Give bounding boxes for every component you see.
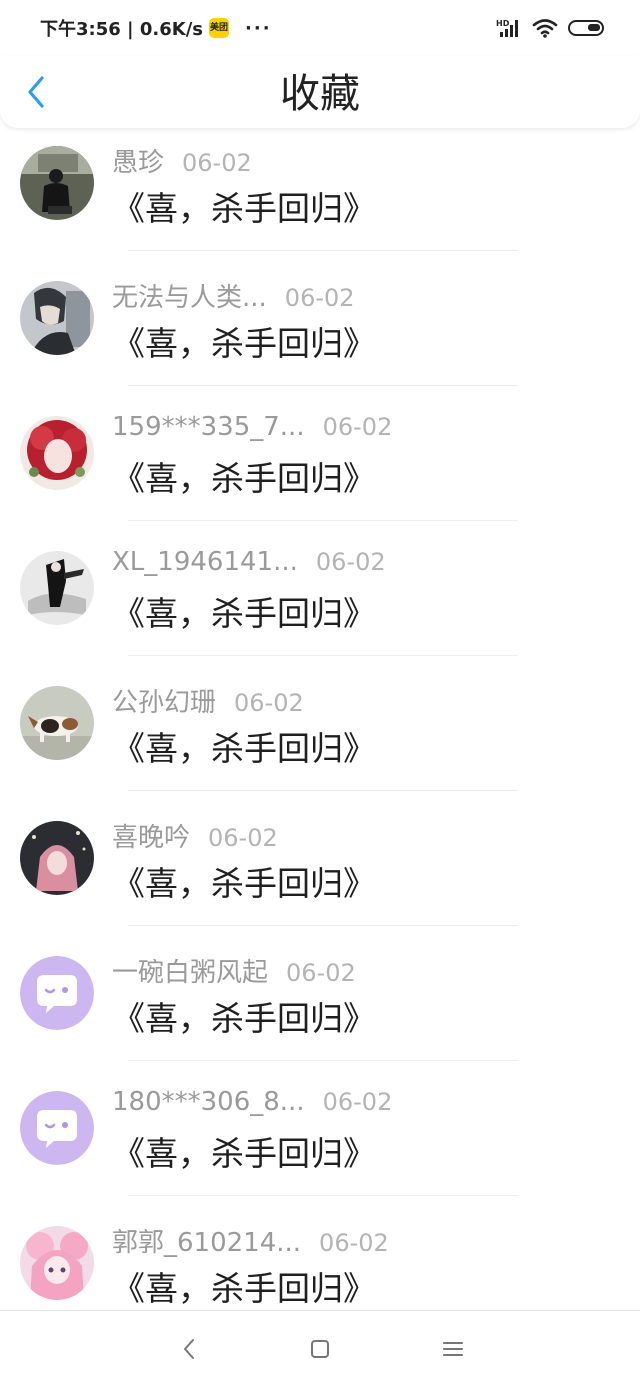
avatar[interactable]	[20, 1091, 94, 1165]
avatar-photo	[20, 1226, 94, 1300]
date: 06-02	[284, 284, 355, 312]
list-item[interactable]: 一碗白粥风起 06-02 《喜，杀手回归》	[0, 938, 640, 1073]
favorite-content[interactable]: 《喜，杀手回归》	[112, 317, 376, 365]
avatar-photo	[20, 821, 94, 895]
date: 06-02	[322, 413, 393, 441]
system-nav-bar	[0, 1310, 640, 1388]
wifi-icon	[532, 19, 558, 38]
divider	[128, 385, 518, 386]
username: 愚珍	[112, 148, 165, 178]
list-item[interactable]: 喜晚吟 06-02 《喜，杀手回归》	[0, 803, 640, 938]
battery-icon	[568, 20, 604, 36]
date: 06-02	[182, 149, 252, 177]
divider	[128, 925, 518, 926]
list-item[interactable]: 郭郭_610214... 06-02 《喜，杀手回归》	[0, 1208, 640, 1310]
divider	[128, 1195, 518, 1196]
name-line: XL_1946141... 06-02	[112, 547, 386, 579]
avatar[interactable]	[20, 281, 94, 355]
status-time-speed: 下午3:56 | 0.6K/s	[40, 19, 204, 40]
favorite-content[interactable]: 《喜，杀手回归》	[112, 1127, 376, 1175]
favorite-content[interactable]: 《喜，杀手回归》	[112, 182, 376, 230]
app-header: 收藏	[0, 56, 640, 128]
avatar-photo	[20, 281, 94, 355]
hamburger-icon	[443, 1342, 463, 1356]
avatar-photo	[20, 146, 94, 220]
list-item[interactable]: 无法与人类... 06-02 《喜，杀手回归》	[0, 263, 640, 398]
meituan-app-icon: 美团	[209, 18, 230, 38]
name-line: 愚珍 06-02	[112, 142, 252, 178]
list-item[interactable]: 159***335_7... 06-02 《喜，杀手回归》	[0, 398, 640, 533]
signal-icon: HD	[496, 19, 518, 37]
name-line: 159***335_7... 06-02	[112, 412, 392, 444]
nav-menu-button[interactable]	[433, 1331, 473, 1367]
divider	[128, 790, 518, 791]
date: 06-02	[315, 548, 386, 576]
favorite-content[interactable]: 《喜，杀手回归》	[112, 992, 376, 1040]
avatar[interactable]	[20, 686, 94, 760]
username: 公孙幻珊	[112, 688, 217, 718]
favorite-content[interactable]: 《喜，杀手回归》	[112, 857, 376, 905]
username: 180***306_8...	[112, 1087, 305, 1117]
divider	[128, 655, 518, 656]
date: 06-02	[286, 959, 356, 987]
name-line: 郭郭_610214... 06-02	[112, 1222, 389, 1258]
avatar[interactable]	[20, 1226, 94, 1300]
username: 159***335_7...	[112, 412, 305, 442]
divider	[128, 250, 518, 251]
avatar[interactable]	[20, 956, 94, 1030]
avatar-photo	[20, 686, 94, 760]
name-line: 公孙幻珊 06-02	[112, 682, 304, 718]
username: 喜晚吟	[112, 823, 191, 853]
username: 郭郭_610214...	[112, 1228, 302, 1258]
avatar[interactable]	[20, 416, 94, 490]
status-right: HD	[496, 14, 604, 42]
list-item[interactable]: 180***306_8... 06-02 《喜，杀手回归》	[0, 1073, 640, 1208]
date: 06-02	[322, 1088, 393, 1116]
username: 一碗白粥风起	[112, 958, 269, 988]
list-item[interactable]: XL_1946141... 06-02 《喜，杀手回归》	[0, 533, 640, 668]
nav-back-button[interactable]	[169, 1331, 209, 1367]
date: 06-02	[208, 824, 278, 852]
status-left: 下午3:56 | 0.6K/s 美团 ···	[40, 14, 272, 42]
favorite-content[interactable]: 《喜，杀手回归》	[112, 1262, 376, 1310]
hd-badge: HD	[496, 19, 510, 28]
chevron-left-icon	[184, 1339, 194, 1359]
favorite-content[interactable]: 《喜，杀手回归》	[112, 587, 376, 635]
list-item[interactable]: 公孙幻珊 06-02 《喜，杀手回归》	[0, 668, 640, 803]
more-notifications-icon: ···	[245, 17, 272, 39]
favorite-content[interactable]: 《喜，杀手回归》	[112, 722, 376, 770]
name-line: 喜晚吟 06-02	[112, 817, 278, 853]
avatar-photo	[20, 551, 94, 625]
favorite-content[interactable]: 《喜，杀手回归》	[112, 452, 376, 500]
name-line: 无法与人类... 06-02	[112, 277, 355, 313]
avatar[interactable]	[20, 551, 94, 625]
status-bar: 下午3:56 | 0.6K/s 美团 ··· HD	[0, 0, 640, 56]
page-title: 收藏	[280, 71, 360, 117]
avatar[interactable]	[20, 146, 94, 220]
divider	[128, 520, 518, 521]
avatar-photo	[20, 416, 94, 490]
name-line: 一碗白粥风起 06-02	[112, 952, 356, 988]
divider	[128, 1060, 518, 1061]
favorites-list: 愚珍 06-02 《喜，杀手回归》 无法与人类... 06-02 《喜，杀手回归…	[0, 128, 640, 1310]
default-chat-bubble-icon	[20, 956, 94, 1030]
username: 无法与人类...	[112, 283, 267, 313]
username: XL_1946141...	[112, 547, 298, 577]
name-line: 180***306_8... 06-02	[112, 1087, 392, 1119]
default-chat-bubble-icon	[20, 1091, 94, 1165]
date: 06-02	[319, 1229, 389, 1257]
nav-home-button[interactable]	[300, 1331, 340, 1367]
date: 06-02	[234, 689, 304, 717]
list-item[interactable]: 愚珍 06-02 《喜，杀手回归》	[0, 128, 640, 263]
avatar[interactable]	[20, 821, 94, 895]
square-icon	[311, 1340, 329, 1358]
